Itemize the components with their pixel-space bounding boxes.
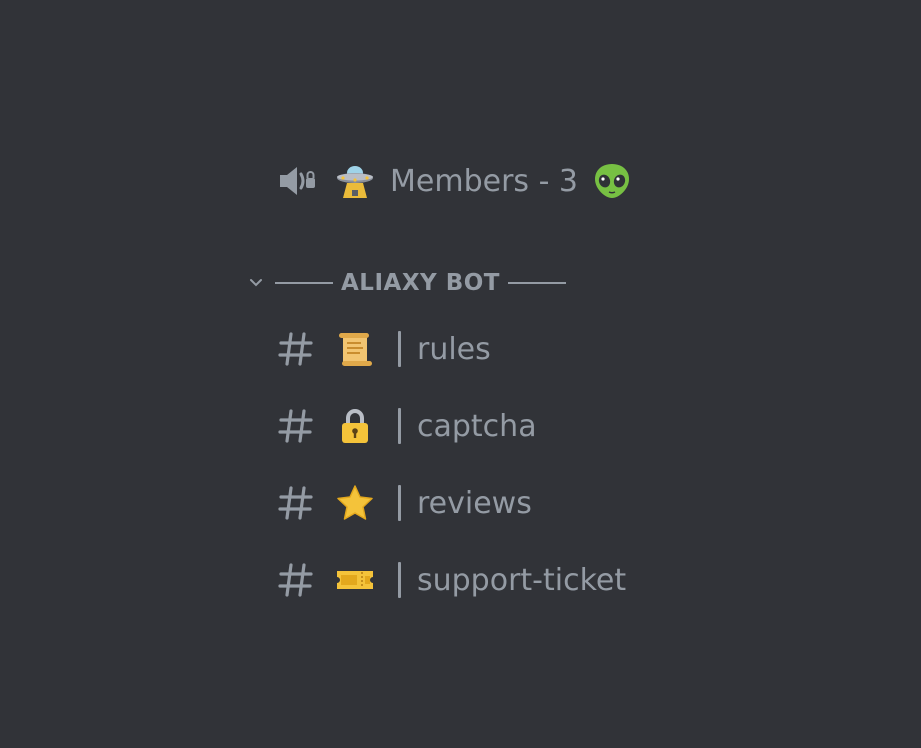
divider-line-right	[507, 282, 566, 284]
separator-pipe	[398, 485, 401, 521]
separator-pipe	[398, 562, 401, 598]
ticket-icon	[334, 560, 376, 600]
ufo-icon	[334, 161, 376, 201]
speaker-lock-icon	[276, 161, 316, 201]
lock-icon	[334, 406, 376, 446]
channel-reviews[interactable]: reviews	[276, 481, 532, 525]
channel-support-ticket[interactable]: support-ticket	[276, 558, 626, 602]
channel-label: rules	[417, 331, 491, 367]
alien-icon	[592, 161, 632, 201]
channel-rules[interactable]: rules	[276, 327, 491, 371]
hashtag-icon	[276, 483, 316, 523]
channel-label: captcha	[417, 408, 537, 444]
hashtag-icon	[276, 329, 316, 369]
star-icon	[334, 483, 376, 523]
voice-channel-members[interactable]: Members - 3	[276, 159, 632, 203]
separator-pipe	[398, 408, 401, 444]
channel-label: reviews	[417, 485, 532, 521]
scroll-icon	[334, 329, 376, 369]
divider-line-left	[275, 282, 333, 284]
channel-label: support-ticket	[417, 562, 627, 598]
hashtag-icon	[276, 560, 316, 600]
voice-channel-label: Members - 3	[390, 163, 579, 199]
hashtag-icon	[276, 406, 316, 446]
category-header[interactable]: ALIAXY BOT	[246, 267, 566, 299]
chevron-down-icon	[246, 273, 266, 293]
separator-pipe	[398, 331, 401, 367]
channel-captcha[interactable]: captcha	[276, 404, 537, 448]
category-name: ALIAXY BOT	[341, 270, 500, 296]
